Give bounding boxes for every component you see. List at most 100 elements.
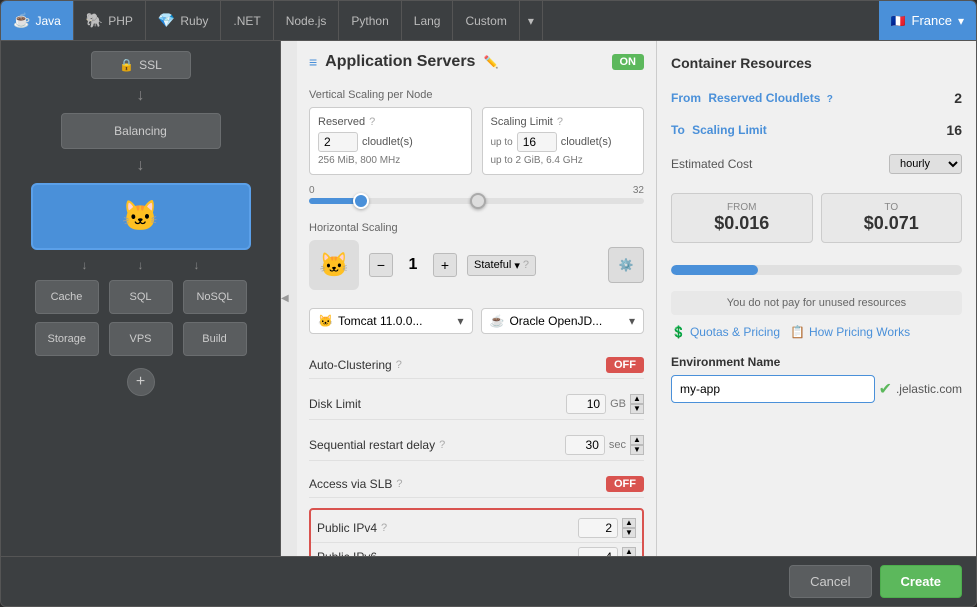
access-slb-label: Access via SLB ? [309,477,403,491]
scaling-slider[interactable]: 0 32 [309,185,644,204]
stateful-help-icon[interactable]: ? [523,259,529,271]
scaling-limit-sub: up to 2 GiB, 6.4 GHz [491,155,636,166]
public-ipv4-value: ▲ ▼ [578,518,636,538]
h-scale-plus[interactable]: + [433,253,457,277]
public-ipv4-input[interactable] [578,518,618,538]
ipv4-spinner[interactable]: ▲ ▼ [622,518,636,538]
disk-unit: GB [610,398,626,410]
tab-nodejs[interactable]: Node.js [274,1,340,40]
tab-java-label: Java [35,14,60,28]
to-price-box: TO $0.071 [821,193,963,243]
access-slb-help[interactable]: ? [396,478,402,490]
ipv4-up[interactable]: ▲ [622,518,636,528]
seq-restart-value: sec ▲ ▼ [565,435,644,455]
tomcat-label: Tomcat 11.0.0... [338,314,423,328]
disk-limit-value: GB ▲ ▼ [566,394,644,414]
to-scaling-value: 16 [946,122,962,138]
balancing-label: Balancing [114,124,167,138]
tab-lang[interactable]: Lang [402,1,454,40]
reserved-unit: cloudlet(s) [362,136,413,148]
footer: Cancel Create [1,556,976,606]
seq-up[interactable]: ▲ [630,435,644,445]
nosql-node[interactable]: NoSQL [183,280,247,314]
tomcat-dropdown[interactable]: 🐱 Tomcat 11.0.0... ▾ [309,308,473,334]
openjdk-dropdown[interactable]: ☕ Oracle OpenJD... ▾ [481,308,645,334]
collapse-arrow[interactable]: ◀ [281,41,297,556]
cache-node[interactable]: Cache [35,280,99,314]
cache-label: Cache [48,291,86,303]
stateful-select[interactable]: Stateful ▾ ? [467,255,536,276]
auto-clustering-row: Auto-Clustering ? OFF [309,352,644,379]
from-price-label: FROM [680,202,804,213]
disk-down[interactable]: ▼ [630,404,644,414]
env-name-input[interactable] [671,375,875,403]
server-node-icon: 🐱 [122,199,159,234]
slider-max: 32 [633,185,644,196]
on-badge: ON [612,54,645,70]
vps-node[interactable]: VPS [109,322,173,356]
disk-limit-row: Disk Limit GB ▲ ▼ [309,389,644,420]
disk-input[interactable] [566,394,606,414]
sql-label: SQL [122,291,160,303]
tab-net[interactable]: .NET [221,1,273,40]
disk-spinner[interactable]: ▲ ▼ [630,394,644,414]
tab-python[interactable]: Python [339,1,401,40]
cancel-button[interactable]: Cancel [789,565,871,598]
ssl-button[interactable]: 🔒 SSL [91,51,191,79]
quotas-pricing-link[interactable]: 💲 Quotas & Pricing [671,325,780,339]
reserved-box: Reserved ? cloudlet(s) 256 MiB, 800 MHz [309,107,472,175]
ipv4-down[interactable]: ▼ [622,528,636,538]
down-arrows-row: ↓ ↓ ↓ [11,258,270,272]
edit-icon[interactable]: ✏️ [483,55,498,69]
reserved-input[interactable] [318,132,358,152]
disk-up[interactable]: ▲ [630,394,644,404]
add-button[interactable]: + [127,368,155,396]
seq-down[interactable]: ▼ [630,445,644,455]
region-selector[interactable]: 🇫🇷 France ▾ [879,1,976,40]
content-area: 🔒 SSL ↓ Balancing ↓ 🐱 ↓ ↓ ↓ [1,41,976,556]
ipv6-spinner[interactable]: ▲ ▼ [622,547,636,556]
java-icon: ☕ [13,12,30,29]
tab-php[interactable]: 🐘 PHP [74,1,146,40]
storage-node[interactable]: Storage [35,322,99,356]
reserved-help-icon[interactable]: ? [369,116,375,128]
server-node[interactable]: 🐱 [31,183,251,250]
tab-dropdown[interactable]: ▾ [520,1,543,40]
ssl-icon: 🔒 [119,58,134,72]
stateful-dropdown-icon: ▾ [514,259,520,272]
settings-icon-btn[interactable]: ⚙️ [608,247,644,283]
from-help-icon[interactable]: ? [827,94,833,105]
from-price-value: $0.016 [680,213,804,234]
seq-restart-input[interactable] [565,435,605,455]
h-scaling-label: Horizontal Scaling [309,222,644,234]
sql-node[interactable]: SQL [109,280,173,314]
scaling-limit-input[interactable] [517,132,557,152]
auto-clustering-help[interactable]: ? [396,359,402,371]
tab-java[interactable]: ☕ Java [1,1,74,40]
balancing-button[interactable]: Balancing [61,113,221,149]
build-node[interactable]: Build [183,322,247,356]
public-ipv6-input[interactable] [578,547,618,556]
region-dropdown-icon: ▾ [958,14,964,28]
slider-handle-reserved[interactable] [353,193,369,209]
seq-restart-help[interactable]: ? [439,439,445,451]
seq-restart-spinner[interactable]: ▲ ▼ [630,435,644,455]
ipv6-up[interactable]: ▲ [622,547,636,556]
slider-handle-limit[interactable] [470,193,486,209]
seq-restart-row: Sequential restart delay ? sec ▲ ▼ [309,430,644,461]
cost-period-select[interactable]: hourlymonthly [889,154,962,174]
horizontal-scaling-section: Horizontal Scaling 🐱 − 1 + Stateful ▾ ? … [309,222,644,290]
reserved-label: Reserved [318,116,365,128]
scaling-limit-help-icon[interactable]: ? [557,116,563,128]
how-pricing-link[interactable]: 📋 How Pricing Works [790,325,910,339]
tab-nodejs-label: Node.js [286,14,327,28]
create-button[interactable]: Create [880,565,962,598]
tab-custom[interactable]: Custom [453,1,519,40]
access-slb-badge: OFF [606,476,644,492]
h-scale-minus[interactable]: − [369,253,393,277]
public-ipv4-help[interactable]: ? [381,522,387,534]
tab-custom-label: Custom [465,14,506,28]
tab-lang-label: Lang [414,14,441,28]
container-resources-title: Container Resources [671,55,962,71]
tab-ruby[interactable]: 💎 Ruby [146,1,221,40]
